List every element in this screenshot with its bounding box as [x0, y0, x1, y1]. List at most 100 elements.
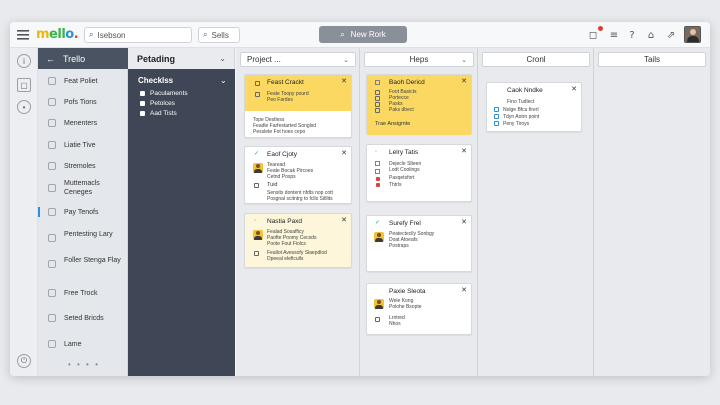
close-icon[interactable]: ✕	[461, 286, 467, 294]
sidebar-item[interactable]: Pentesting Lary	[64, 230, 126, 239]
filter-value: Sells	[211, 30, 229, 40]
list-header[interactable]: Project ... ⌄	[240, 52, 356, 67]
close-icon[interactable]: ✕	[461, 147, 467, 155]
close-icon[interactable]: ✕	[341, 77, 347, 85]
card-title: Baoh Dericd	[389, 79, 425, 86]
card[interactable]: ◦ Lelry Tatis ✕ Dejecle Slteen Lodt Cool…	[366, 144, 472, 202]
list-icon	[48, 208, 56, 216]
checkbox[interactable]	[375, 96, 380, 101]
checkbox[interactable]	[494, 114, 499, 119]
card[interactable]: ✓ Surefy Frel ✕ Peatecteclly Sonbgy Doat…	[366, 215, 472, 272]
sidebar-header[interactable]: ← Trello	[38, 48, 128, 69]
checkbox[interactable]	[494, 107, 499, 112]
search-input[interactable]: ⌕ Isebson	[84, 27, 192, 43]
checkbox[interactable]	[254, 183, 259, 188]
checklist-title-label: Checklss	[138, 76, 174, 85]
sidebar-item[interactable]: Seted Bricds	[64, 314, 126, 323]
checkbox[interactable]	[254, 251, 259, 256]
checkbox[interactable]	[140, 101, 145, 106]
chevron-down-icon[interactable]: ⌄	[219, 54, 226, 63]
card-title: Nastia Paxd	[267, 218, 303, 225]
close-icon[interactable]: ✕	[461, 77, 467, 85]
close-icon[interactable]: ✕	[571, 85, 577, 93]
lock-icon[interactable]: ⌂	[644, 28, 658, 42]
close-icon[interactable]: ✕	[341, 149, 347, 157]
card-title: Surefy Frel	[389, 220, 421, 227]
list-title: Tails	[643, 55, 660, 64]
checkbox[interactable]	[255, 81, 260, 86]
app-logo[interactable]: mello.	[36, 27, 79, 42]
card-line: Poote Fout Fiolcs	[267, 241, 306, 247]
checkbox[interactable]	[375, 317, 380, 322]
checkbox[interactable]	[375, 108, 380, 113]
card[interactable]: Paxie Sleota ✕ Wele Kong Polohe Bsopte L…	[366, 283, 472, 335]
more-dots-icon[interactable]: • • • •	[68, 360, 100, 369]
list-icon	[48, 162, 56, 170]
menu-icon[interactable]	[16, 28, 30, 42]
logo-part: ell	[49, 27, 66, 42]
sidebar-item[interactable]: Feat Poliet	[64, 77, 126, 86]
close-icon[interactable]: ✕	[461, 218, 467, 226]
checkbox[interactable]	[255, 92, 260, 97]
card-line: Posgnal scitntrg to fclls Sitllits	[267, 196, 333, 202]
sidebar-item[interactable]: Stremoles	[64, 162, 126, 171]
square-icon	[375, 169, 380, 174]
checklist-item[interactable]: Paculaments	[140, 90, 188, 97]
checklist-item[interactable]: Aad Tists	[140, 110, 177, 117]
checklist-item[interactable]: Petolces	[140, 100, 175, 107]
new-board-button[interactable]: ⌕ New Rork	[319, 26, 407, 43]
sidebar-item[interactable]: Lame	[64, 340, 126, 349]
chevron-down-icon[interactable]: ⌄	[343, 56, 349, 64]
chevron-down-icon[interactable]: ⌄	[461, 56, 467, 64]
sidebar-item[interactable]: Menenters	[64, 119, 126, 128]
checklist-item-label: Aad Tists	[150, 110, 177, 117]
checkbox[interactable]	[494, 121, 499, 126]
checkbox[interactable]	[375, 102, 380, 107]
search-icon: ⌕	[89, 30, 94, 39]
help-icon[interactable]: ?	[625, 28, 639, 42]
sidebar-item[interactable]: Free Trock	[64, 289, 126, 298]
checkbox[interactable]	[140, 111, 145, 116]
info-icon[interactable]: i	[17, 54, 31, 68]
settings-icon[interactable]: ≡	[607, 28, 621, 42]
card-line: Dpeeal eleficulls	[267, 256, 304, 262]
sidebar-item-active[interactable]: Pay Tenofs	[64, 208, 126, 217]
search-value: Isebson	[97, 30, 126, 40]
sidebar-item[interactable]: Pofs Tions	[64, 98, 126, 107]
card-title: Feast Crackt	[267, 79, 304, 86]
list-header[interactable]: Heps ⌄	[364, 52, 474, 67]
card[interactable]: Baoh Dericd ✕ Foot Basicts Portecce Pask…	[366, 74, 472, 135]
card-subtitle: Tuid	[267, 182, 278, 188]
board-icon[interactable]: ▢	[17, 78, 31, 92]
checkbox[interactable]	[140, 91, 145, 96]
card[interactable]: ✓ Eaof Cjoty ✕ Tearead Feate Bocak Pirco…	[244, 146, 352, 204]
card[interactable]: Feast Crackt ✕ Feate Toopy pourd Peo Far…	[244, 74, 352, 138]
checklist-item-label: Paculaments	[150, 90, 188, 97]
back-arrow-icon[interactable]: ←	[46, 54, 55, 64]
list-icon	[48, 234, 56, 242]
chevron-down-icon[interactable]: ⌄	[220, 76, 227, 85]
activity-icon[interactable]: •	[17, 100, 31, 114]
panel-header-label: Petading	[137, 53, 176, 64]
sidebar-item[interactable]: Muttemacls Ceneges	[64, 179, 126, 197]
card-line: Tdyn Aotrn point	[503, 114, 540, 120]
checkbox[interactable]	[375, 90, 380, 95]
list-column: Cronl Caok Nndke ✕ Fino Tudlect Nolge Bf…	[478, 48, 594, 376]
sidebar-item[interactable]: Foller Stenga Flay	[64, 256, 126, 265]
card-title: Eaof Cjoty	[267, 151, 297, 158]
card[interactable]: Caok Nndke ✕ Fino Tudlect Nolge Bfcu fir…	[486, 82, 582, 132]
card-line: Thtrls	[389, 182, 402, 188]
sidebar-item[interactable]: Liatie Tive	[64, 141, 126, 150]
checklist-title: Checklss ⌄	[138, 76, 227, 85]
card[interactable]: ◦ Nastia Paxd ✕ Fealad Sosafficy Paofte …	[244, 213, 352, 268]
user-avatar[interactable]	[684, 26, 701, 43]
panel-header[interactable]: Petading ⌄	[128, 48, 235, 69]
check-icon: ◦	[254, 218, 257, 224]
filter-input[interactable]: ⌕ Sells	[198, 27, 240, 43]
close-icon[interactable]: ✕	[341, 216, 347, 224]
power-icon[interactable]: ⏻	[17, 354, 31, 368]
list-header[interactable]: Tails	[598, 52, 706, 67]
share-icon[interactable]: ⇗	[664, 28, 678, 42]
list-title: Heps	[409, 55, 429, 64]
list-header[interactable]: Cronl	[482, 52, 590, 67]
